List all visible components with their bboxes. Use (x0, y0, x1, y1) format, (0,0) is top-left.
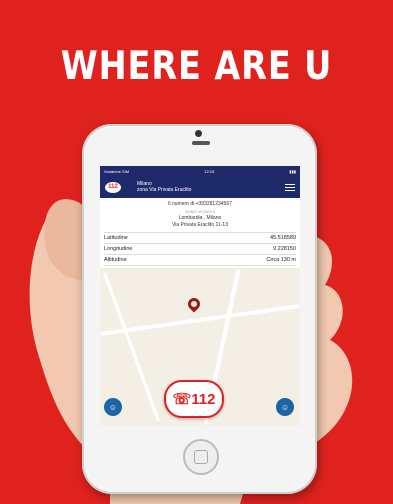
coordinates-table: Latitudine 45.518589 Longitudine 9.22815… (104, 232, 296, 266)
camera-icon (195, 130, 202, 137)
row-value: 9.228150 (273, 246, 296, 252)
row-label: Altitudine (104, 257, 127, 263)
carrier: Vodafone SIM (104, 168, 130, 174)
map-road (100, 304, 300, 336)
map[interactable]: ☺ ☏ 112 ☺ (100, 268, 300, 426)
phone-icon: ☏ (172, 391, 192, 408)
battery-icon: ▮▮▮ (289, 168, 296, 174)
emergency-call-button[interactable]: ☏ 112 (164, 380, 224, 418)
table-row: Altitudine Circa 130 m (104, 255, 296, 266)
location-label: Milano zona Via Privata Eraclito (137, 181, 191, 193)
table-row: Latitudine 45.518589 (104, 233, 296, 244)
row-label: Latitudine (104, 235, 128, 241)
speaker-icon (192, 141, 210, 145)
region: Lombardia , Milano (178, 215, 222, 221)
phone-number: Il numero di +393281234567 (168, 201, 232, 207)
info-panel: Il numero di +393281234567 SONO VICINO A… (100, 198, 300, 229)
status-bar: Vodafone SIM 12:15 ▮▮▮ (100, 166, 300, 176)
home-button[interactable] (183, 439, 219, 475)
location-pin-icon (185, 295, 203, 313)
street: Via Privata Eraclito 11-13 (172, 222, 228, 228)
nearby-label: SONO VICINO A (184, 209, 216, 214)
app-logo: 112 (105, 181, 121, 193)
time: 12:15 (204, 168, 215, 174)
location-street: zona Via Privata Eraclito (137, 187, 192, 193)
sos-label: 112 (191, 390, 216, 408)
screen: Vodafone SIM 12:15 ▮▮▮ 112 Milano zona V… (100, 166, 300, 426)
row-label: Longitudine (104, 246, 133, 252)
phone: Vodafone SIM 12:15 ▮▮▮ 112 Milano zona V… (82, 124, 317, 494)
person-left-icon[interactable]: ☺ (104, 398, 122, 416)
app-bar: 112 Milano zona Via Privata Eraclito (100, 176, 300, 198)
table-row: Longitudine 9.228150 (104, 244, 296, 255)
row-value: 45.518589 (270, 235, 296, 241)
row-value: Circa 130 m (266, 257, 296, 263)
menu-icon[interactable] (285, 182, 295, 193)
poster: WHERE ARE U Vodafone SIM 12:15 ▮▮▮ 112 M… (0, 0, 393, 504)
person-right-icon[interactable]: ☺ (276, 398, 294, 416)
